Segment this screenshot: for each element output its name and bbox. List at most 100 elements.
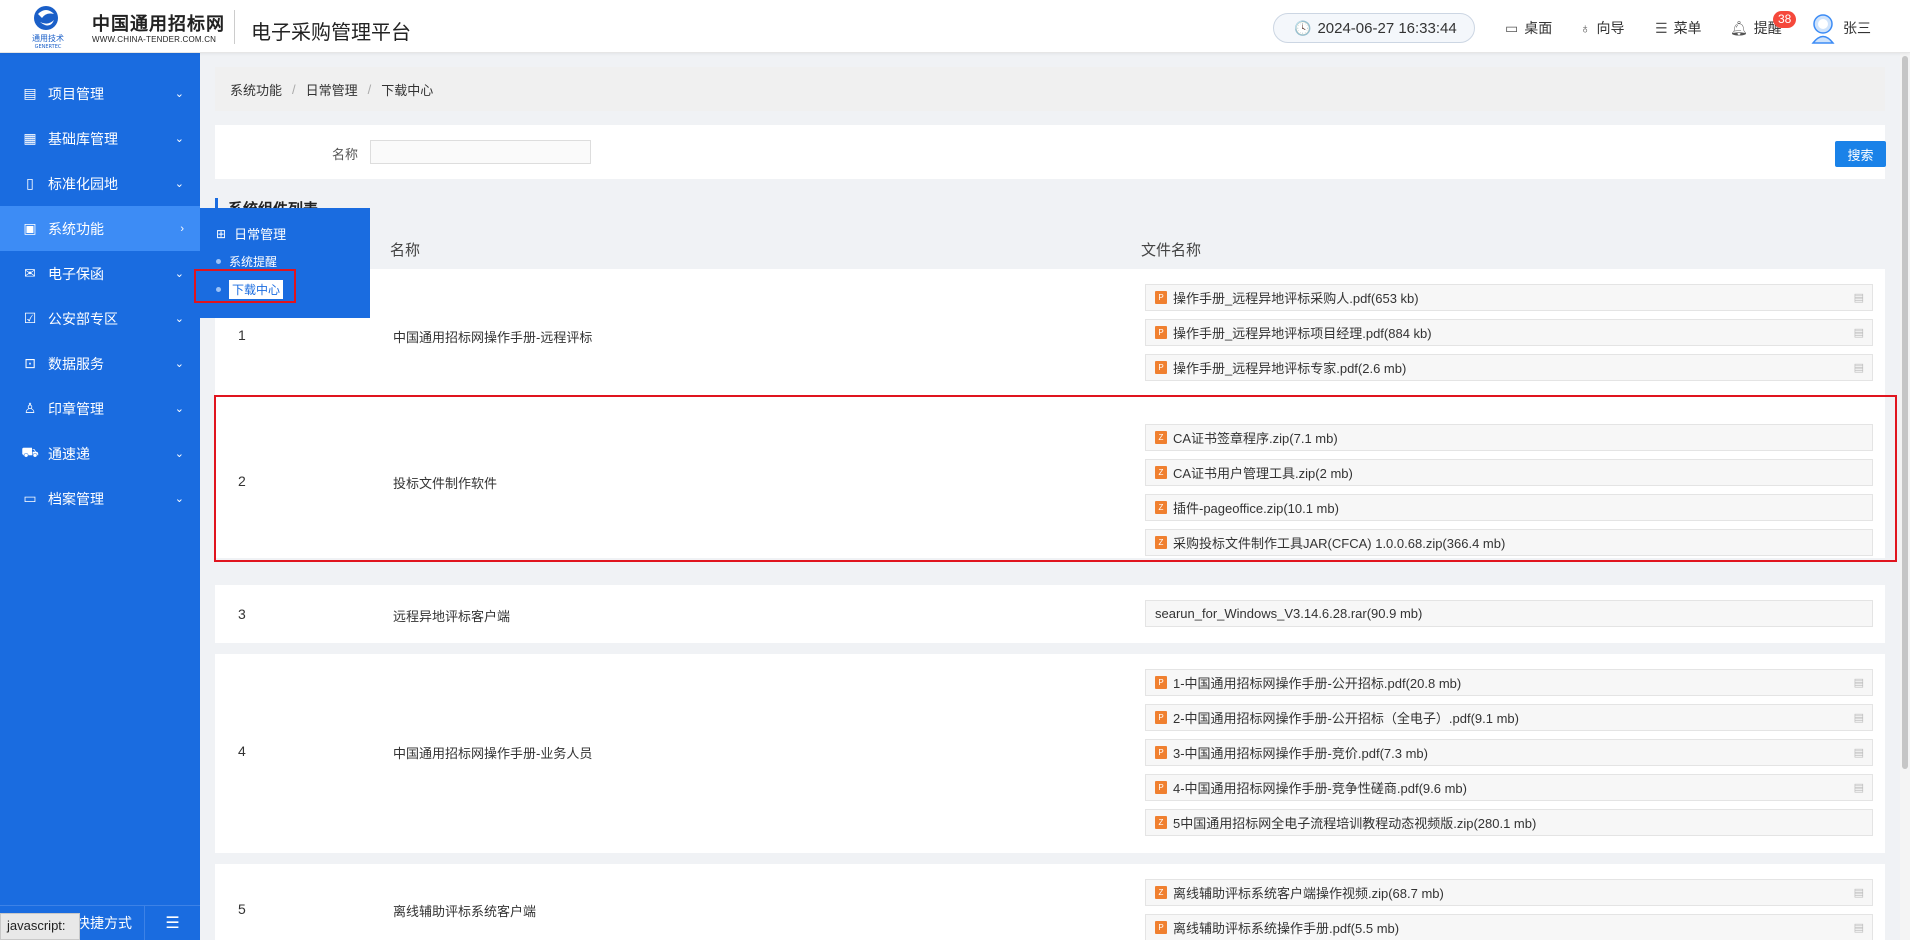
status-bar-tooltip: javascript: [0,913,80,940]
row-index: 4 [238,743,246,759]
grid-icon: ⊞ [216,226,227,241]
sidebar-item-label: 数据服务 [48,355,104,372]
row-name: 离线辅助评标系统客户端 [393,904,537,919]
sidebar-item-express[interactable]: ⛟ 通速递 ⌄ [0,431,200,476]
download-icon[interactable]: ▤ [1854,361,1864,374]
row-index: 3 [238,606,246,622]
file-name: 操作手册_远程异地评标专家.pdf(2.6 mb) [1173,361,1407,376]
logo-text: 中国通用招标网 [92,14,225,34]
bullet-icon [216,259,221,264]
submenu-item-reminder[interactable]: 系统提醒 [216,253,277,270]
download-icon[interactable]: ▤ [1854,291,1864,304]
nav-menu[interactable]: ☰ 菜单 [1655,18,1702,38]
logo-icon: 通用技术 GENERTEC [32,6,64,50]
file-download-link[interactable]: P 1-中国通用招标网操作手册-公开招标.pdf(20.8 mb) ▤ [1145,669,1873,696]
search-data-icon: ⊡ [24,355,36,371]
pdf-file-icon: P [1155,326,1167,339]
chevron-down-icon: ⌄ [174,88,184,100]
nav-guide[interactable]: ♁ 向导 [1580,18,1625,38]
submenu-group[interactable]: ⊞ 日常管理 [216,224,286,243]
chevron-down-icon: ⌄ [174,313,184,325]
name-search-input[interactable] [370,140,591,164]
search-panel: 名称 搜索 [215,125,1886,179]
file-name: 离线辅助评标系统客户端操作视频.zip(68.7 mb) [1173,886,1444,901]
sidebar-item-archive[interactable]: ▭ 档案管理 ⌄ [0,476,200,521]
row-index: 1 [238,327,246,343]
file-name: 5中国通用招标网全电子流程培训教程动态视频版.zip(280.1 mb) [1173,816,1537,831]
file-download-link[interactable]: P 2-中国通用招标网操作手册-公开招标（全电子）.pdf(9.1 mb) ▤ [1145,704,1873,731]
sidebar-item-label: 通速递 [48,445,90,462]
scrollbar-thumb[interactable] [1902,56,1908,769]
zip-file-icon: Z [1155,886,1167,899]
chevron-down-icon: ⌄ [174,178,184,190]
sidebar: ▤ 项目管理 ⌄ ▦ 基础库管理 ⌄ ▯ 标准化园地 ⌄ ▣ 系统功能 › ✉ … [0,53,200,940]
sidebar-item-guarantee[interactable]: ✉ 电子保函 ⌄ [0,251,200,296]
sidebar-item-standard[interactable]: ▯ 标准化园地 ⌄ [0,161,200,206]
sidebar-item-database[interactable]: ▦ 基础库管理 ⌄ [0,116,200,161]
breadcrumb-item: 下载中心 [381,82,434,98]
download-icon[interactable]: ▤ [1854,711,1864,724]
pdf-file-icon: P [1155,711,1167,724]
file-download-link[interactable]: P 操作手册_远程异地评标项目经理.pdf(884 kb) ▤ [1145,319,1873,346]
row-name: 中国通用招标网操作手册-业务人员 [393,746,593,761]
top-header: 通用技术 GENERTEC 中国通用招标网 WWW.CHINA-TENDER.C… [0,0,1910,53]
collapse-sidebar-icon[interactable]: ☰ [144,905,200,940]
sidebar-item-project[interactable]: ▤ 项目管理 ⌄ [0,71,200,116]
row-name: 中国通用招标网操作手册-远程评标 [393,330,593,345]
header-divider [234,10,235,44]
file-download-link[interactable]: P 离线辅助评标系统操作手册.pdf(5.5 mb) ▤ [1145,914,1873,940]
username[interactable]: 张三 [1843,18,1871,38]
download-icon[interactable]: ▤ [1854,326,1864,339]
download-icon[interactable]: ▤ [1854,781,1864,794]
file-name: 2-中国通用招标网操作手册-公开招标（全电子）.pdf(9.1 mb) [1173,711,1519,726]
file-download-link[interactable]: Z 5中国通用招标网全电子流程培训教程动态视频版.zip(280.1 mb) [1145,809,1873,836]
desktop-icon: ▭ [1505,19,1519,36]
download-icon[interactable]: ▤ [1854,676,1864,689]
sidebar-item-data[interactable]: ⊡ 数据服务 ⌄ [0,341,200,386]
sidebar-item-police[interactable]: ☑ 公安部专区 ⌄ [0,296,200,341]
submenu-group-label: 日常管理 [234,227,287,242]
breadcrumb-item[interactable]: 系统功能 [230,80,282,99]
menu-icon: ☰ [1655,19,1668,36]
bell-icon: 🔔︎ [1730,19,1748,36]
chevron-down-icon: ⌄ [174,448,184,460]
sidebar-item-label: 项目管理 [48,85,104,102]
search-button[interactable]: 搜索 [1835,141,1886,167]
file-name: 操作手册_远程异地评标项目经理.pdf(884 kb) [1173,326,1432,341]
zip-file-icon: Z [1155,816,1167,829]
table-row: 5 离线辅助评标系统客户端 Z 离线辅助评标系统客户端操作视频.zip(68.7… [215,864,1885,940]
download-icon[interactable]: ▤ [1854,921,1864,934]
row-index: 5 [238,901,246,917]
sidebar-item-system[interactable]: ▣ 系统功能 › [0,206,200,251]
breadcrumb-item[interactable]: 日常管理 [306,80,358,99]
highlight-box-submenu [194,269,296,303]
file-download-link[interactable]: searun_for_Windows_V3.14.6.28.rar(90.9 m… [1145,600,1873,627]
platform-title: 电子采购管理平台 [251,22,411,44]
file-name: 4-中国通用招标网操作手册-竞争性磋商.pdf(9.6 mb) [1173,781,1467,796]
download-icon[interactable]: ▤ [1854,746,1864,759]
avatar[interactable] [1810,12,1836,44]
file-download-link[interactable]: P 3-中国通用招标网操作手册-竞价.pdf(7.3 mb) ▤ [1145,739,1873,766]
file-download-link[interactable]: P 操作手册_远程异地评标专家.pdf(2.6 mb) ▤ [1145,354,1873,381]
breadcrumb: 系统功能 / 日常管理 / 下载中心 [215,67,1885,111]
sidebar-item-label: 印章管理 [48,400,104,417]
sidebar-item-label: 基础库管理 [48,130,118,147]
page-scrollbar[interactable] [1900,53,1910,940]
file-download-link[interactable]: Z 离线辅助评标系统客户端操作视频.zip(68.7 mb) ▤ [1145,879,1873,906]
file-download-link[interactable]: P 4-中国通用招标网操作手册-竞争性磋商.pdf(9.6 mb) ▤ [1145,774,1873,801]
sidebar-item-stamp[interactable]: ♙ 印章管理 ⌄ [0,386,200,431]
file-name: 1-中国通用招标网操作手册-公开招标.pdf(20.8 mb) [1173,676,1462,691]
pdf-file-icon: P [1155,746,1167,759]
datetime-text: 2024-06-27 16:33:44 [1317,19,1457,37]
sidebar-item-label: 公安部专区 [48,310,118,327]
pdf-file-icon: P [1155,781,1167,794]
nav-desktop[interactable]: ▭ 桌面 [1505,18,1552,38]
download-icon[interactable]: ▤ [1854,886,1864,899]
sidebar-item-label: 档案管理 [48,490,104,507]
sidebar-item-label: 标准化园地 [48,175,118,192]
chevron-down-icon: ⌄ [174,133,184,145]
file-download-link[interactable]: P 操作手册_远程异地评标采购人.pdf(653 kb) ▤ [1145,284,1873,311]
file-name: 离线辅助评标系统操作手册.pdf(5.5 mb) [1173,921,1400,936]
file-name: 操作手册_远程异地评标采购人.pdf(653 kb) [1173,291,1419,306]
logo-brand-en: GENERTEC [35,44,62,50]
